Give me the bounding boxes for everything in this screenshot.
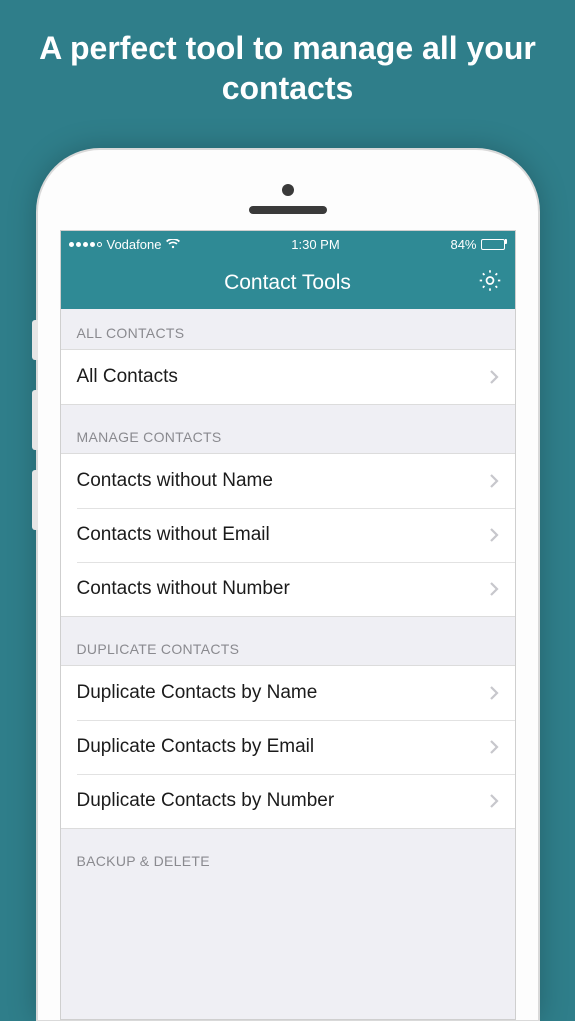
settings-button[interactable]	[477, 268, 503, 299]
chevron-right-icon	[489, 527, 499, 543]
hero-title: A perfect tool to manage all your contac…	[0, 0, 575, 108]
side-button	[32, 470, 38, 530]
battery-icon	[481, 239, 507, 250]
settings-list[interactable]: ALL CONTACTS All Contacts MANAGE CONTACT…	[61, 309, 515, 1019]
phone-screen: Vodafone 1:30 PM 84% Contact Tools	[60, 230, 516, 1020]
row-duplicate-by-name[interactable]: Duplicate Contacts by Name	[61, 666, 515, 720]
page-title: Contact Tools	[224, 271, 351, 295]
nav-bar: Contact Tools	[61, 257, 515, 309]
chevron-right-icon	[489, 581, 499, 597]
carrier-label: Vodafone	[107, 237, 162, 252]
row-duplicate-by-number[interactable]: Duplicate Contacts by Number	[61, 774, 515, 828]
battery-percent: 84%	[450, 237, 476, 252]
wifi-icon	[166, 239, 180, 249]
row-label: Contacts without Number	[77, 578, 489, 600]
row-duplicate-by-email[interactable]: Duplicate Contacts by Email	[61, 720, 515, 774]
section-header-backup-delete: BACKUP & DELETE	[61, 829, 515, 877]
chevron-right-icon	[489, 739, 499, 755]
row-contacts-without-number[interactable]: Contacts without Number	[61, 562, 515, 616]
chevron-right-icon	[489, 473, 499, 489]
chevron-right-icon	[489, 369, 499, 385]
row-label: Contacts without Email	[77, 524, 489, 546]
row-label: All Contacts	[77, 366, 489, 388]
row-label: Contacts without Name	[77, 470, 489, 492]
side-button	[32, 320, 38, 360]
signal-dots-icon	[69, 242, 102, 247]
chevron-right-icon	[489, 685, 499, 701]
status-bar: Vodafone 1:30 PM 84%	[61, 231, 515, 257]
row-label: Duplicate Contacts by Name	[77, 682, 489, 704]
status-time: 1:30 PM	[180, 237, 450, 252]
gear-icon	[477, 281, 503, 298]
row-label: Duplicate Contacts by Number	[77, 790, 489, 812]
row-contacts-without-email[interactable]: Contacts without Email	[61, 508, 515, 562]
side-button	[32, 390, 38, 450]
section-header-manage-contacts: MANAGE CONTACTS	[61, 405, 515, 453]
row-all-contacts[interactable]: All Contacts	[61, 350, 515, 404]
row-label: Duplicate Contacts by Email	[77, 736, 489, 758]
row-contacts-without-name[interactable]: Contacts without Name	[61, 454, 515, 508]
chevron-right-icon	[489, 793, 499, 809]
section-header-duplicate-contacts: DUPLICATE CONTACTS	[61, 617, 515, 665]
section-header-all-contacts: ALL CONTACTS	[61, 309, 515, 349]
phone-mockup: Vodafone 1:30 PM 84% Contact Tools	[38, 150, 538, 1020]
